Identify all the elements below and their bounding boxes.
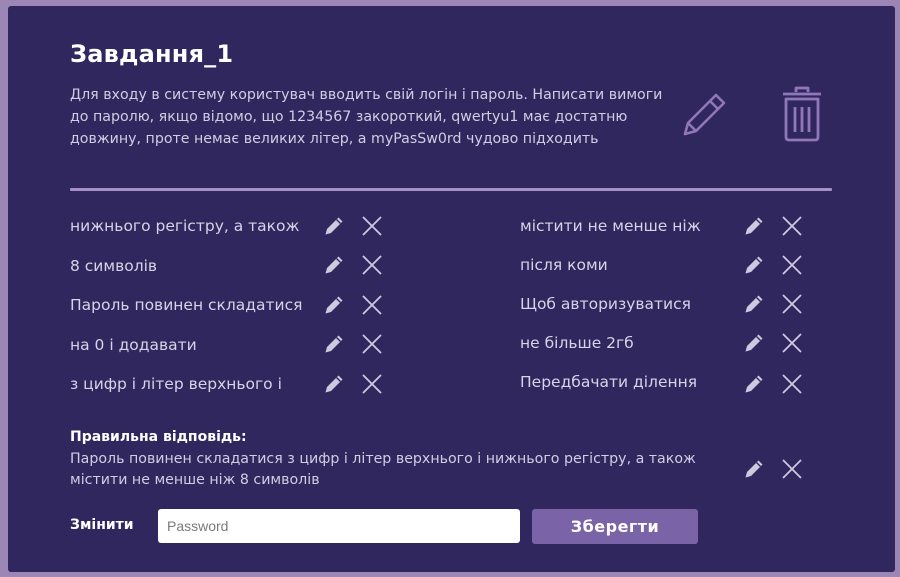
fragment-text: Пароль повинен складатися — [70, 296, 303, 314]
fragment-row: нижнього регістру, а також — [70, 213, 299, 239]
remove-fragment-close-icon[interactable] — [781, 293, 803, 315]
edit-fragment-pencil-icon[interactable] — [744, 255, 764, 275]
remove-answer-close-icon[interactable] — [781, 458, 803, 480]
edit-fragment-pencil-icon[interactable] — [324, 255, 344, 275]
fragment-row: містити не менше ніж — [520, 213, 701, 239]
fragment-row: 8 символів — [70, 253, 157, 279]
task-card: Завдання_1 Для входу в систему користува… — [8, 6, 895, 572]
remove-fragment-close-icon[interactable] — [781, 332, 803, 354]
edit-task-pencil-icon[interactable] — [680, 91, 728, 139]
edit-fragment-pencil-icon[interactable] — [744, 216, 764, 236]
answer-label: Правильна відповідь: — [70, 429, 247, 445]
divider — [70, 188, 832, 191]
task-title: Завдання_1 — [70, 40, 234, 68]
remove-fragment-close-icon[interactable] — [361, 254, 383, 276]
fragment-text: на 0 і додавати — [70, 336, 197, 354]
fragment-text: не більше 2гб — [520, 334, 634, 352]
task-description: Для входу в систему користувач вводить с… — [70, 87, 663, 147]
edit-fragment-pencil-icon[interactable] — [744, 294, 764, 314]
fragment-text: після коми — [520, 256, 608, 274]
remove-fragment-close-icon[interactable] — [361, 373, 383, 395]
remove-fragment-close-icon[interactable] — [781, 215, 803, 237]
fragment-text: Передбачати ділення — [520, 373, 698, 391]
fragment-row: з цифр і літер верхнього і — [70, 371, 282, 397]
answer-text: Пароль повинен складатися з цифр і літер… — [70, 451, 696, 488]
fragment-row: Щоб авторизуватися — [520, 291, 691, 317]
edit-fragment-pencil-icon[interactable] — [744, 333, 764, 353]
change-label: Змінити — [70, 517, 134, 533]
edit-fragment-pencil-icon[interactable] — [324, 295, 344, 315]
fragment-row: після коми — [520, 252, 608, 278]
delete-task-trash-icon[interactable] — [780, 86, 824, 142]
password-input[interactable] — [158, 509, 520, 543]
remove-fragment-close-icon[interactable] — [781, 254, 803, 276]
save-button[interactable]: Зберегти — [532, 509, 698, 544]
fragment-row: Пароль повинен складатися — [70, 292, 302, 318]
edit-fragment-pencil-icon[interactable] — [324, 216, 344, 236]
fragment-row: Передбачати ділення — [520, 369, 697, 395]
remove-fragment-close-icon[interactable] — [781, 373, 803, 395]
fragment-row: не більше 2гб — [520, 330, 634, 356]
fragment-text: нижнього регістру, а також — [70, 217, 300, 235]
edit-answer-pencil-icon[interactable] — [744, 459, 764, 479]
edit-fragment-pencil-icon[interactable] — [324, 334, 344, 354]
remove-fragment-close-icon[interactable] — [361, 294, 383, 316]
remove-fragment-close-icon[interactable] — [361, 215, 383, 237]
edit-fragment-pencil-icon[interactable] — [744, 374, 764, 394]
fragment-text: містити не менше ніж — [520, 217, 701, 235]
fragment-text: 8 символів — [70, 257, 158, 275]
fragment-text: Щоб авторизуватися — [520, 295, 691, 313]
fragment-text: з цифр і літер верхнього і — [70, 375, 282, 393]
fragment-row: на 0 і додавати — [70, 332, 197, 358]
remove-fragment-close-icon[interactable] — [361, 333, 383, 355]
edit-fragment-pencil-icon[interactable] — [324, 374, 344, 394]
